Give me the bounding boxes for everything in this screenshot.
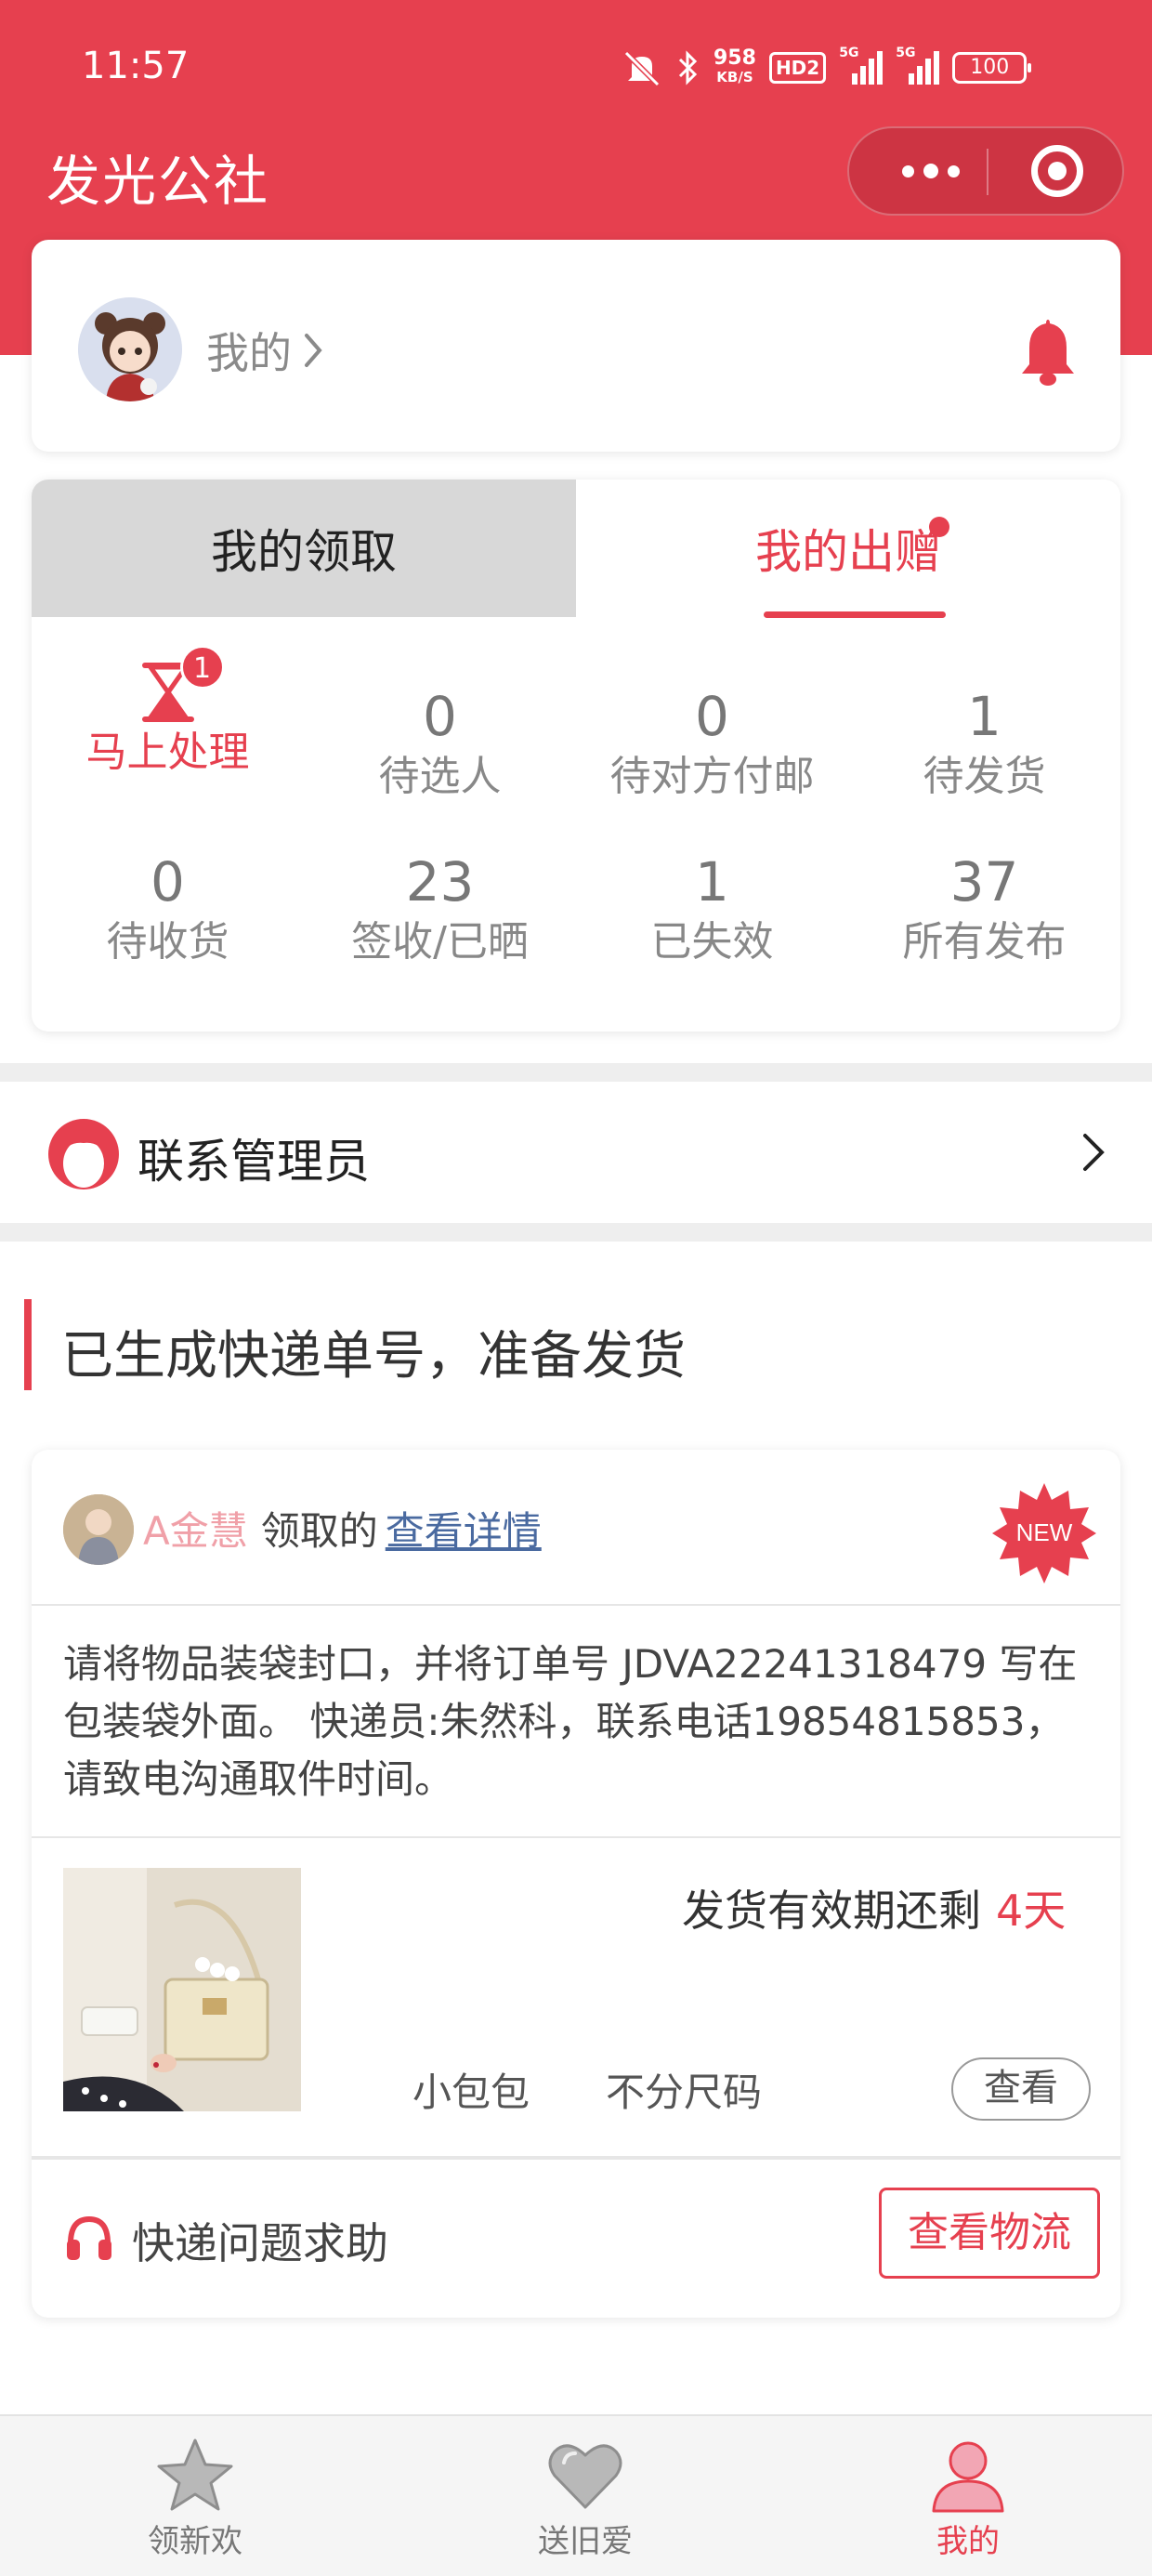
view-detail-link[interactable]: 查看详情 [386,1508,542,1554]
view-logistics-button[interactable]: 查看物流 [879,2188,1100,2279]
net-type-2: 5G [896,46,916,60]
admin-avatar-icon [48,1119,119,1189]
stat-value: 0 [695,685,729,748]
battery-indicator: 100 [952,52,1032,84]
net-speed: 958 KB/S [713,46,756,86]
stat-label: 所有发布 [902,918,1067,966]
validity-prefix: 发货有效期还剩 [682,1886,981,1936]
stat-all-published[interactable]: 37 所有发布 [848,849,1120,970]
chevron-right-icon [305,334,322,367]
chevron-right-icon [1083,1134,1105,1171]
new-badge-icon: NEW [992,1483,1096,1584]
tab-notification-dot [929,517,949,537]
profile-card: 我的 [32,240,1120,452]
user-icon [932,2441,1004,2513]
stat-signed-shared[interactable]: 23 签收/已晒 [304,849,576,970]
heart-icon [548,2444,622,2509]
stat-label: 已失效 [650,918,774,966]
close-miniapp-icon[interactable] [1031,145,1083,197]
shipping-instructions: 请将物品装袋封口，并将订单号 JDVA22241318479 写在包装袋外面。 … [63,1641,1078,1802]
stat-pending-receive[interactable]: 0 待收货 [32,849,304,970]
nav-label: 领新欢 [148,2523,242,2560]
tab-my-given-label: 我的出赠 [755,525,941,579]
stat-pending-ship[interactable]: 1 待发货 [848,684,1120,805]
stat-label: 待收货 [106,918,229,966]
new-badge-text: NEW [1016,1518,1073,1546]
section-divider [0,1063,1152,1082]
nav-label: 我的 [936,2523,1000,2560]
uploader-name[interactable]: A金慧 [143,1508,248,1554]
nav-item-give-away[interactable]: 送旧爱 [446,2416,725,2576]
gift-stats-card: 我的领取 我的出赠 1 马上处理 0 待选人 0 待对方付邮 1 待发货 0 待… [32,480,1120,1032]
tab-active-indicator [764,611,946,618]
hourglass-icon: 1 [136,645,225,725]
bottom-nav: 领新欢 送旧爱 我的 [0,2414,1152,2576]
validity-days: 4天 [996,1886,1067,1936]
capsule-divider [987,149,988,195]
order-card: A金慧 领取的 查看详情 NEW 请将物品装袋封口，并将订单号 JDVA222413… [32,1450,1120,2318]
tab-my-received[interactable]: 我的领取 [32,480,576,617]
stat-value: 0 [423,685,457,748]
section-title: 已生成快递单号，准备发货 [61,1326,686,1387]
stat-pending-select[interactable]: 0 待选人 [304,684,576,805]
hd-badge: HD2 [768,52,827,84]
stat-expired[interactable]: 1 已失效 [576,849,848,970]
miniapp-capsule [847,126,1124,216]
nav-item-mine[interactable]: 我的 [829,2416,1107,2576]
stat-value: 1 [967,685,1001,748]
bluetooth-icon [678,50,698,85]
signal-5g-2-icon: 5G [896,46,940,85]
handle-now-badge: 1 [179,645,225,690]
stat-value: 23 [405,850,475,913]
tab-my-given[interactable]: 我的出赠 [576,480,1120,617]
status-time: 11:57 [82,45,190,87]
stat-handle-now[interactable]: 1 马上处理 [32,645,304,781]
stat-value: 1 [695,850,729,913]
stat-label: 签收/已晒 [351,918,529,966]
contact-admin-row[interactable]: 联系管理员 [0,1082,1152,1223]
card-divider [32,1836,1120,1838]
contact-admin-label: 联系管理员 [137,1135,370,1189]
view-product-button[interactable]: 查看 [951,2057,1091,2121]
nav-item-new-finds[interactable]: 领新欢 [56,2416,334,2576]
product-image[interactable] [63,1868,301,2111]
product-size: 不分尺码 [606,2070,763,2115]
mute-bell-icon [623,50,661,86]
shipping-help-link[interactable]: 快递问题求助 [132,2210,388,2271]
net-speed-value: 958 [713,46,756,70]
nav-label: 送旧爱 [538,2523,633,2560]
signal-5g-1-icon: 5G [839,46,884,85]
app-title: 发光公社 [46,150,270,213]
stat-label: 马上处理 [85,729,250,776]
uploader-action: 领取的 [260,1508,378,1554]
tab-my-received-label: 我的领取 [211,525,397,579]
profile-link-label: 我的 [206,328,292,378]
net-speed-unit: KB/S [716,69,753,85]
profile-link[interactable]: 我的 [206,320,323,381]
stat-label: 待选人 [378,753,502,800]
stat-label: 待对方付邮 [609,753,815,800]
uploader-line: A金慧 领取的 查看详情 [143,1500,542,1557]
stat-value: 0 [151,850,185,913]
stat-value: 37 [949,850,1019,913]
stat-pending-postage[interactable]: 0 待对方付邮 [576,684,848,805]
status-icons: 958 KB/S HD2 5G 5G 100 [621,46,1032,89]
stat-label: 待发货 [923,753,1046,800]
uploader-avatar[interactable] [63,1494,134,1565]
notification-bell-icon[interactable] [1016,314,1080,388]
avatar[interactable] [78,297,182,401]
headset-icon [67,2215,111,2260]
product-name: 小包包 [412,2070,530,2115]
shipping-validity: 发货有效期还剩 4天 [682,1877,1066,1939]
section-accent-bar [24,1299,32,1390]
card-divider [32,2156,1120,2160]
more-options-icon[interactable] [886,128,975,214]
card-divider [32,1604,1120,1606]
net-type-1: 5G [839,46,859,60]
section-divider [0,1223,1152,1242]
star-icon [157,2438,233,2511]
